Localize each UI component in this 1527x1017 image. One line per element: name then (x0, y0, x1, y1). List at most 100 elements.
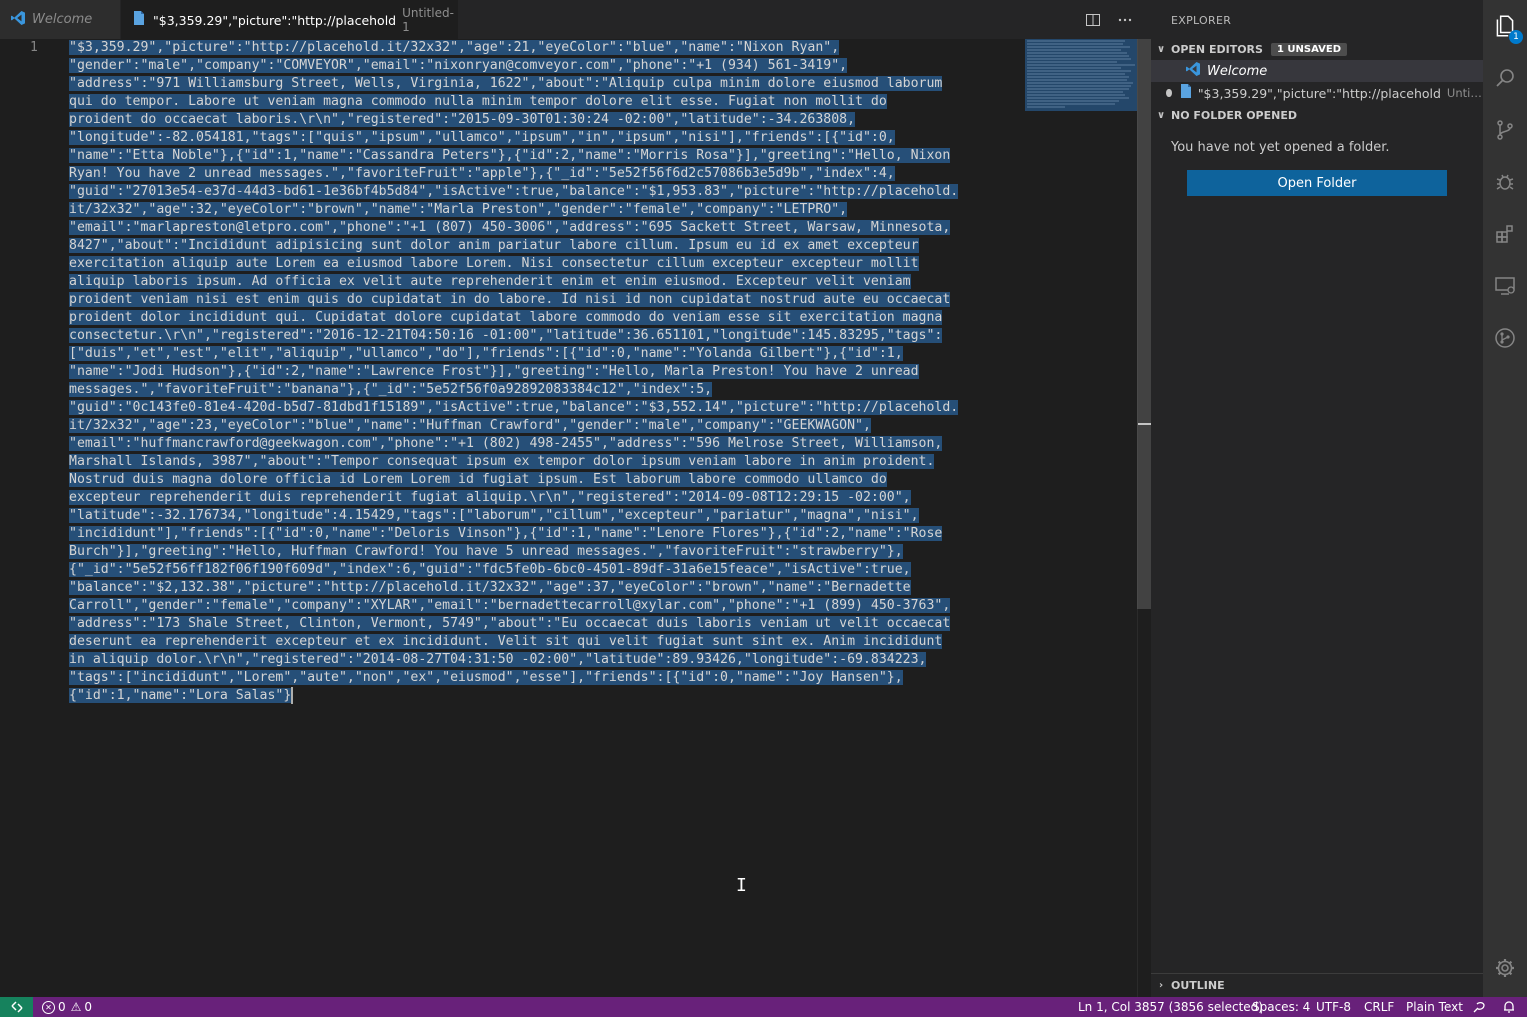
scrollbar-thumb[interactable] (1137, 39, 1151, 609)
code-line[interactable]: proident veniam nisi est enim quis do cu… (69, 291, 1014, 309)
code-line[interactable]: "address":"173 Shale Street, Clinton, Ve… (69, 615, 1014, 633)
open-folder-button[interactable]: Open Folder (1187, 170, 1447, 196)
code-line[interactable]: "email":"marlapreston@letpro.com","phone… (69, 219, 1014, 237)
debug-icon[interactable] (1483, 158, 1527, 206)
chevron-down-icon: ∨ (1156, 43, 1166, 55)
feedback-icon[interactable] (1472, 997, 1486, 1017)
code-line[interactable]: {"_id":"5e52f56ff182f06f190f609d","index… (69, 561, 1014, 579)
code-line[interactable]: proident do occaecat laboris.\r\n","regi… (69, 111, 1014, 129)
section-title: OUTLINE (1171, 978, 1225, 992)
open-editor-welcome[interactable]: Welcome (1151, 60, 1483, 82)
open-editor-untitled[interactable]: "$3,359.29","picture":"http://placehold … (1151, 82, 1483, 104)
section-title: NO FOLDER OPENED (1171, 108, 1297, 122)
code-line[interactable]: it/32x32","age":32,"eyeColor":"brown","n… (69, 201, 1014, 219)
code-line[interactable]: proident dolor incididunt qui. Cupidatat… (69, 309, 1014, 327)
encoding[interactable]: UTF-8 (1316, 997, 1351, 1017)
code-line[interactable]: aliquip laboris ipsum. Ad officia ex vel… (69, 273, 1014, 291)
code-line[interactable]: messages.","favoriteFruit":"banana"},{"_… (69, 381, 1014, 399)
files-icon[interactable]: 1 (1483, 2, 1527, 50)
code-line[interactable]: excepteur reprehenderit duis reprehender… (69, 489, 1014, 507)
code-line[interactable]: Marshall Islands, 3987","about":"Tempor … (69, 453, 1014, 471)
code-content[interactable]: "$3,359.29","picture":"http://placehold.… (69, 39, 1014, 705)
problems-indicator[interactable]: ✕ 0 ⚠ 0 (42, 997, 92, 1017)
error-count: 0 (58, 1000, 66, 1014)
selected-text: "gender":"male","company":"COMVEYOR","em… (69, 58, 848, 73)
extensions-icon[interactable] (1483, 210, 1527, 258)
outline-header[interactable]: › OUTLINE (1151, 974, 1483, 996)
code-line[interactable]: "email":"huffmancrawford@geekwagon.com",… (69, 435, 1014, 453)
selected-text: "latitude":-32.176734,"longitude":4.1542… (69, 508, 919, 523)
selected-text: Burch"}],"greeting":"Hello, Huffman Craw… (69, 544, 903, 559)
chevron-down-icon: ∨ (1156, 109, 1166, 121)
selected-text: "guid":"0c143fe0-81e4-420d-b5d7-81dbd1f1… (69, 400, 959, 415)
split-editor-icon[interactable] (1085, 0, 1101, 39)
code-line[interactable]: Ryan! You have 2 unread messages.","favo… (69, 165, 1014, 183)
code-line[interactable]: "gender":"male","company":"COMVEYOR","em… (69, 57, 1014, 75)
text-editor[interactable]: 1 "$3,359.29","picture":"http://placehol… (0, 39, 1137, 997)
more-actions-icon[interactable] (1117, 0, 1133, 39)
unsaved-dot-icon[interactable] (1166, 89, 1172, 97)
code-line[interactable]: "balance":"$2,132.38","picture":"http://… (69, 579, 1014, 597)
code-line[interactable]: "guid":"27013e54-e37d-44d3-bd61-1e36bf4b… (69, 183, 1014, 201)
selected-text: exercitation aliquip aute Lorem ea eiusm… (69, 256, 919, 271)
code-line[interactable]: {"id":1,"name":"Lora Salas"} (69, 687, 1014, 705)
source-control-icon[interactable] (1483, 106, 1527, 154)
vscode-logo-icon (1185, 61, 1201, 81)
code-line[interactable]: ["duis","et","est","elit","aliquip","ull… (69, 345, 1014, 363)
code-line[interactable]: "latitude":-32.176734,"longitude":4.1542… (69, 507, 1014, 525)
code-line[interactable]: qui do tempor. Labore ut veniam magna co… (69, 93, 1014, 111)
settings-gear-icon[interactable] (1483, 944, 1527, 992)
code-line[interactable]: "incididunt"],"friends":[{"id":0,"name":… (69, 525, 1014, 543)
text-caret (291, 687, 294, 704)
remote-indicator-icon[interactable] (0, 997, 33, 1017)
end-of-line[interactable]: CRLF (1364, 997, 1394, 1017)
notifications-bell-icon[interactable] (1502, 997, 1516, 1017)
code-line[interactable]: "address":"971 Williamsburg Street, Well… (69, 75, 1014, 93)
language-mode[interactable]: Plain Text (1406, 997, 1463, 1017)
code-line[interactable]: "name":"Jodi Hudson"},{"id":2,"name":"La… (69, 363, 1014, 381)
code-line[interactable]: in aliquip dolor.\r\n","registered":"201… (69, 651, 1014, 669)
code-line[interactable]: consectetur.\r\n","registered":"2016-12-… (69, 327, 1014, 345)
text-cursor-icon: I (736, 875, 747, 896)
editor-tab-bar: Welcome "$3,359.29","picture":"http://pl… (0, 0, 1151, 39)
code-line[interactable]: 8427","about":"Incididunt adipisicing su… (69, 237, 1014, 255)
code-line[interactable]: Carroll","gender":"female","company":"XY… (69, 597, 1014, 615)
code-line[interactable]: "name":"Etta Noble"},{"id":1,"name":"Cas… (69, 147, 1014, 165)
code-line[interactable]: "longitude":-82.054181,"tags":["quis","i… (69, 129, 1014, 147)
selected-text: it/32x32","age":23,"eyeColor":"blue","na… (69, 418, 871, 433)
unsaved-badge: 1 UNSAVED (1270, 42, 1348, 56)
tab-welcome[interactable]: Welcome (0, 0, 120, 39)
selected-text: "address":"173 Shale Street, Clinton, Ve… (69, 616, 951, 631)
code-line[interactable]: Burch"}],"greeting":"Hello, Huffman Craw… (69, 543, 1014, 561)
code-line[interactable]: exercitation aliquip aute Lorem ea eiusm… (69, 255, 1014, 273)
git-graph-icon[interactable] (1483, 314, 1527, 362)
warning-count: 0 (84, 1000, 93, 1014)
selected-text: "name":"Etta Noble"},{"id":1,"name":"Cas… (69, 148, 951, 163)
code-line[interactable]: it/32x32","age":23,"eyeColor":"blue","na… (69, 417, 1014, 435)
tab-label: Welcome (32, 12, 93, 27)
code-line[interactable]: Nostrud duis magna dolore officia id Lor… (69, 471, 1014, 489)
indentation[interactable]: Spaces: 4 (1252, 997, 1310, 1017)
selected-text: "longitude":-82.054181,"tags":["quis","i… (69, 130, 895, 145)
open-editors-header[interactable]: ∨ OPEN EDITORS 1 UNSAVED (1151, 38, 1483, 60)
selected-text: it/32x32","age":32,"eyeColor":"brown","n… (69, 202, 848, 217)
selected-text: "$3,359.29","picture":"http://placehold.… (69, 40, 840, 55)
tab-untitled-1[interactable]: "$3,359.29","picture":"http://placehold … (121, 0, 458, 39)
cursor-position[interactable]: Ln 1, Col 3857 (3856 selected) (1078, 997, 1263, 1017)
warning-icon: ⚠ (70, 1000, 82, 1014)
no-folder-header[interactable]: ∨ NO FOLDER OPENED (1151, 104, 1483, 126)
code-line[interactable]: deserunt ea reprehenderit excepteur et e… (69, 633, 1014, 651)
code-line[interactable]: "$3,359.29","picture":"http://placehold.… (69, 39, 1014, 57)
selected-text: proident do occaecat laboris.\r\n","regi… (69, 112, 856, 127)
selected-text: "email":"marlapreston@letpro.com","phone… (69, 220, 951, 235)
selected-text: "guid":"27013e54-e37d-44d3-bd61-1e36bf4b… (69, 184, 959, 199)
selected-text: Ryan! You have 2 unread messages.","favo… (69, 166, 895, 181)
code-line[interactable]: "guid":"0c143fe0-81e4-420d-b5d7-81dbd1f1… (69, 399, 1014, 417)
search-icon[interactable] (1483, 54, 1527, 102)
minimap[interactable] (1025, 39, 1137, 111)
open-editor-label: "$3,359.29","picture":"http://placehold (1197, 85, 1441, 101)
selected-text: qui do tempor. Labore ut veniam magna co… (69, 94, 887, 109)
selected-text: Carroll","gender":"female","company":"XY… (69, 598, 951, 613)
code-line[interactable]: "tags":["incididunt","Lorem","aute","non… (69, 669, 1014, 687)
remote-explorer-icon[interactable] (1483, 262, 1527, 310)
